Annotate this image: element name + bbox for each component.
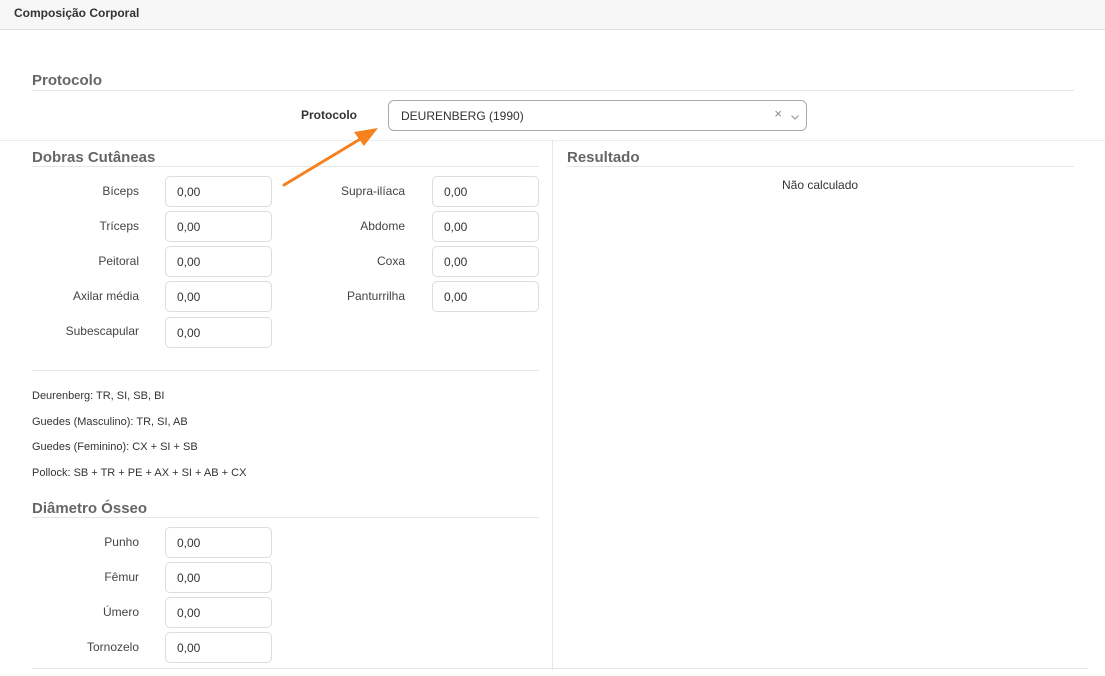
coxa-label: Coxa [376, 254, 405, 268]
panel-title: Composição Corporal [14, 6, 140, 20]
column-divider [552, 140, 553, 670]
divider [32, 90, 1074, 91]
panturrilha-label: Panturrilha [346, 289, 405, 303]
chevron-down-icon[interactable] [790, 109, 800, 127]
supra-iliaca-input[interactable] [432, 176, 539, 207]
axilar-media-label: Axilar média [72, 289, 139, 303]
coxa-input[interactable] [432, 246, 539, 277]
diametro-section-title: Diâmetro Ósseo [32, 500, 148, 517]
protocolo-select[interactable]: DEURENBERG (1990) × [388, 100, 807, 131]
panturrilha-input[interactable] [432, 281, 539, 312]
protocolo-section-title: Protocolo [32, 72, 102, 89]
dobras-section-title: Dobras Cutâneas [32, 149, 156, 166]
abdome-label: Abdome [360, 219, 405, 233]
formula-note: Pollock: SB + TR + PE + AX + SI + AB + C… [32, 467, 247, 479]
protocolo-label: Protocolo [301, 108, 357, 122]
divider [32, 517, 539, 518]
abdome-input[interactable] [432, 211, 539, 242]
panel-header: Composição Corporal [0, 0, 1105, 30]
punho-label: Punho [104, 535, 139, 549]
resultado-text: Não calculado [782, 178, 859, 192]
peitoral-label: Peitoral [98, 254, 139, 268]
formula-note: Deurenberg: TR, SI, SB, BI [32, 390, 165, 402]
subescapular-label: Subescapular [65, 324, 139, 338]
triceps-label: Tríceps [99, 219, 139, 233]
supra-iliaca-label: Supra-ilíaca [340, 184, 405, 198]
femur-label: Fêmur [104, 570, 139, 584]
formula-note: Guedes (Feminino): CX + SI + SB [32, 441, 198, 453]
divider [32, 166, 539, 167]
umero-label: Úmero [102, 605, 139, 619]
clear-icon[interactable]: × [774, 106, 782, 121]
tornozelo-label: Tornozelo [86, 640, 139, 654]
femur-input[interactable] [165, 562, 272, 593]
triceps-input[interactable] [165, 211, 272, 242]
divider [567, 166, 1074, 167]
resultado-section-title: Resultado [567, 149, 640, 166]
divider [32, 668, 1088, 669]
umero-input[interactable] [165, 597, 272, 628]
divider [32, 370, 539, 371]
axilar-media-input[interactable] [165, 281, 272, 312]
tornozelo-input[interactable] [165, 632, 272, 663]
formula-note: Guedes (Masculino): TR, SI, AB [32, 416, 188, 428]
subescapular-input[interactable] [165, 317, 272, 348]
peitoral-input[interactable] [165, 246, 272, 277]
biceps-label: Bíceps [102, 184, 139, 198]
biceps-input[interactable] [165, 176, 272, 207]
punho-input[interactable] [165, 527, 272, 558]
protocolo-selected-value: DEURENBERG (1990) [401, 109, 524, 123]
